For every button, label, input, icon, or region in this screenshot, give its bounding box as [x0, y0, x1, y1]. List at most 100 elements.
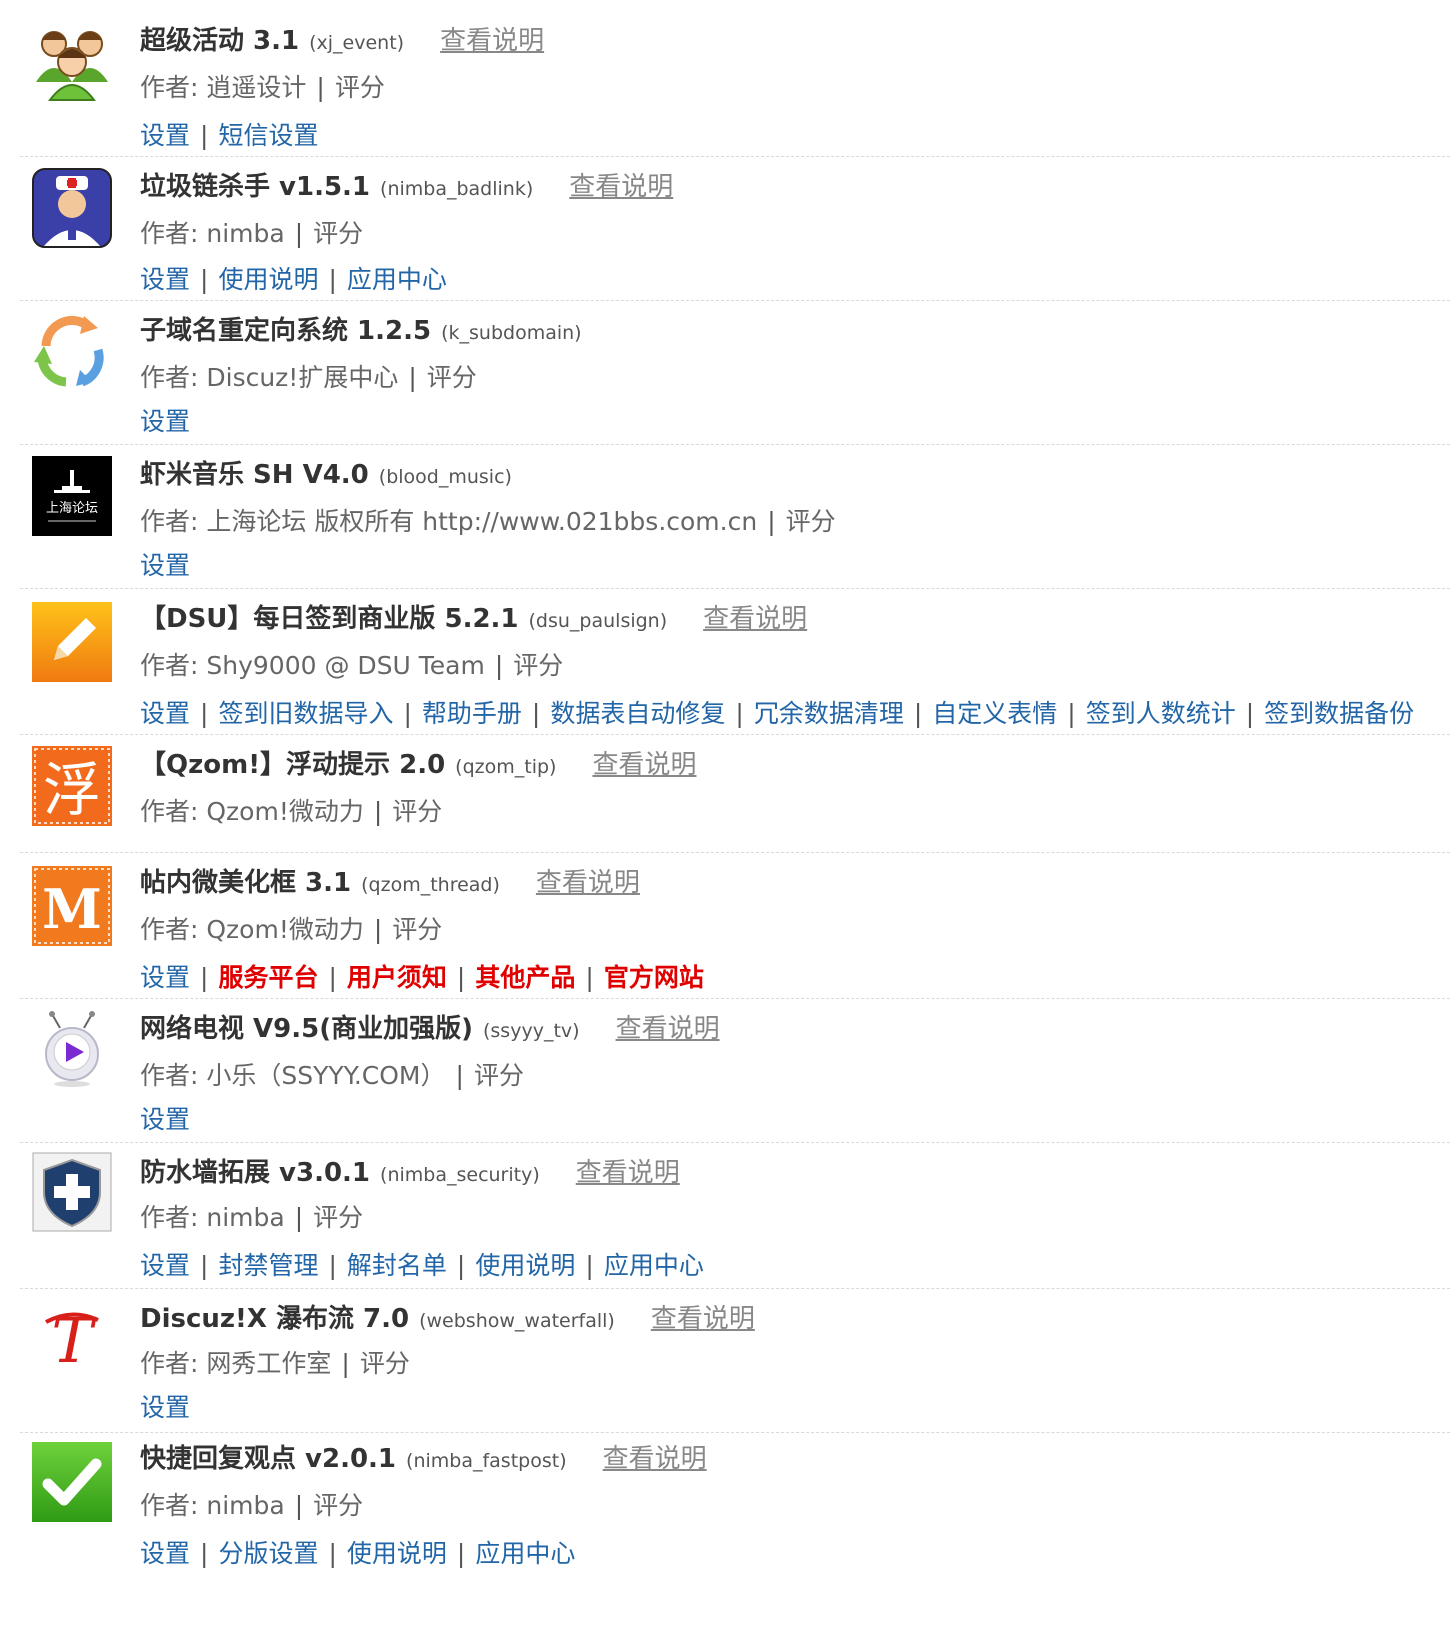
rating-link[interactable]: 评分 — [427, 363, 477, 392]
view-description-link[interactable]: 查看说明 — [536, 868, 640, 898]
app-center-link[interactable]: 应用中心 — [475, 1539, 575, 1568]
users-group-icon — [32, 22, 112, 102]
plugin-author: 作者: 逍遥设计 — [140, 73, 307, 102]
plugin-author-line: 作者: 上海论坛 版权所有 http://www.021bbs.com.cn | 评… — [140, 502, 836, 538]
plugin-title-line: 帖内微美化框 3.1 (qzom_thread) 查看说明 — [140, 862, 640, 899]
plugin-row: M 帖内微美化框 3.1 (qzom_thread) 查看说明 作者: Qzom!微… — [20, 852, 1450, 999]
plugin-author-line: 作者: 逍遥设计 | 评分 — [140, 68, 385, 104]
settings-link[interactable]: 设置 — [140, 1539, 190, 1568]
plugin-identifier: (qzom_tip) — [455, 756, 557, 778]
plugin-name: 防水墙拓展 v3.0.1 — [140, 1158, 371, 1188]
settings-link[interactable]: 设置 — [140, 1251, 190, 1280]
settings-link[interactable]: 设置 — [140, 121, 190, 150]
user-notice-link[interactable]: 用户须知 — [347, 963, 447, 992]
signin-backup-link[interactable]: 签到数据备份 — [1264, 699, 1414, 728]
plugin-author: 作者: Discuz!扩展中心 — [140, 363, 399, 392]
plugin-links: 设置 | 使用说明 | 应用中心 — [140, 260, 447, 296]
plugin-identifier: (k_subdomain) — [441, 322, 582, 344]
plugin-name: Discuz!X 瀑布流 7.0 — [140, 1304, 410, 1334]
separator: | — [316, 73, 325, 102]
help-manual-link[interactable]: 帮助手册 — [422, 699, 522, 728]
rating-link[interactable]: 评分 — [313, 219, 363, 248]
rating-link[interactable]: 评分 — [360, 1349, 410, 1378]
plugin-name: 【DSU】每日签到商业版 5.2.1 — [140, 604, 519, 634]
plugin-row: 快捷回复观点 v2.0.1 (nimba_fastpost) 查看说明 作者: ni… — [20, 1432, 1450, 1592]
separator: | — [531, 699, 541, 728]
signin-stats-link[interactable]: 签到人数统计 — [1086, 699, 1236, 728]
plugin-name: 子域名重定向系统 1.2.5 — [140, 316, 432, 346]
separator: | — [408, 363, 417, 392]
view-description-link[interactable]: 查看说明 — [576, 1158, 680, 1188]
settings-link[interactable]: 设置 — [140, 963, 190, 992]
plugin-identifier: (qzom_thread) — [361, 874, 500, 896]
view-description-link[interactable]: 查看说明 — [569, 172, 673, 202]
plugin-links: 设置 — [140, 1388, 190, 1424]
plugin-row: 防水墙拓展 v3.0.1 (nimba_security) 查看说明 作者: nim… — [20, 1142, 1450, 1289]
view-description-link[interactable]: 查看说明 — [651, 1304, 755, 1334]
rating-link[interactable]: 评分 — [392, 915, 442, 944]
rating-link[interactable]: 评分 — [513, 651, 563, 680]
view-description-link[interactable]: 查看说明 — [603, 1444, 707, 1474]
fu-glyph: 浮 — [43, 756, 101, 824]
ban-management-link[interactable]: 封禁管理 — [218, 1251, 318, 1280]
shield-plus-icon — [32, 1152, 112, 1232]
plugin-author: 作者: nimba — [140, 1203, 285, 1232]
usage-guide-link[interactable]: 使用说明 — [218, 265, 318, 294]
service-platform-link[interactable]: 服务平台 — [218, 963, 318, 992]
separator: | — [328, 265, 337, 294]
usage-guide-link[interactable]: 使用说明 — [347, 1539, 447, 1568]
rating-link[interactable]: 评分 — [474, 1061, 524, 1090]
data-cleanup-link[interactable]: 冗余数据清理 — [754, 699, 904, 728]
settings-link[interactable]: 设置 — [140, 699, 190, 728]
custom-emoticons-link[interactable]: 自定义表情 — [932, 699, 1057, 728]
import-old-data-link[interactable]: 签到旧数据导入 — [218, 699, 393, 728]
other-products-link[interactable]: 其他产品 — [475, 963, 575, 992]
rating-link[interactable]: 评分 — [786, 507, 836, 536]
view-description-link[interactable]: 查看说明 — [592, 750, 696, 780]
plugin-identifier: (dsu_paulsign) — [528, 610, 668, 632]
rating-link[interactable]: 评分 — [313, 1491, 363, 1520]
app-center-link[interactable]: 应用中心 — [604, 1251, 704, 1280]
plugin-author-line: 作者: Shy9000 @ DSU Team | 评分 — [140, 646, 563, 682]
view-description-link[interactable]: 查看说明 — [440, 26, 544, 56]
separator: | — [328, 963, 337, 992]
plugin-title-line: 超级活动 3.1 (xj_event) 查看说明 — [140, 20, 544, 57]
tv-play-icon — [32, 1010, 112, 1090]
plugin-links: 设置 — [140, 546, 190, 582]
settings-link[interactable]: 设置 — [140, 265, 190, 294]
settings-link[interactable]: 设置 — [140, 551, 190, 580]
unban-list-link[interactable]: 解封名单 — [347, 1251, 447, 1280]
m-letter-icon: M — [32, 866, 112, 946]
view-description-link[interactable]: 查看说明 — [616, 1014, 720, 1044]
separator: | — [200, 121, 209, 150]
plugin-identifier: (nimba_badlink) — [380, 178, 534, 200]
separator: | — [200, 265, 209, 294]
separator: | — [403, 699, 412, 728]
official-website-link[interactable]: 官方网站 — [604, 963, 704, 992]
app-center-link[interactable]: 应用中心 — [347, 265, 447, 294]
plugin-identifier: (xj_event) — [309, 32, 405, 54]
settings-link[interactable]: 设置 — [140, 1105, 190, 1134]
plugin-author-line: 作者: nimba | 评分 — [140, 1486, 363, 1522]
plugin-row: 子域名重定向系统 1.2.5 (k_subdomain) 作者: Discuz!扩… — [20, 300, 1450, 445]
rating-link[interactable]: 评分 — [313, 1203, 363, 1232]
plugin-links: 设置 | 短信设置 — [140, 116, 318, 152]
plugin-author-line: 作者: nimba | 评分 — [140, 1198, 363, 1234]
plugin-name: 超级活动 3.1 — [140, 26, 300, 56]
rating-link[interactable]: 评分 — [335, 73, 385, 102]
board-settings-link[interactable]: 分版设置 — [218, 1539, 318, 1568]
plugin-author-line: 作者: Discuz!扩展中心 | 评分 — [140, 358, 477, 394]
plugin-author-line: 作者: 小乐（SSYYY.COM） | 评分 — [140, 1056, 524, 1092]
settings-link[interactable]: 设置 — [140, 407, 190, 436]
sms-settings-link[interactable]: 短信设置 — [218, 121, 318, 150]
plugin-author: 作者: nimba — [140, 219, 285, 248]
table-repair-link[interactable]: 数据表自动修复 — [550, 699, 725, 728]
plugin-name: 帖内微美化框 3.1 — [140, 868, 352, 898]
plugin-row: 上海论坛 虾米音乐 SH V4.0 (blood_music) 作者: 上海论坛 … — [20, 444, 1450, 589]
shanghai-forum-logo-icon: 上海论坛 — [32, 456, 112, 536]
rating-link[interactable]: 评分 — [392, 797, 442, 826]
settings-link[interactable]: 设置 — [140, 1393, 190, 1422]
usage-guide-link[interactable]: 使用说明 — [475, 1251, 575, 1280]
view-description-link[interactable]: 查看说明 — [703, 604, 807, 634]
separator: | — [1245, 699, 1255, 728]
